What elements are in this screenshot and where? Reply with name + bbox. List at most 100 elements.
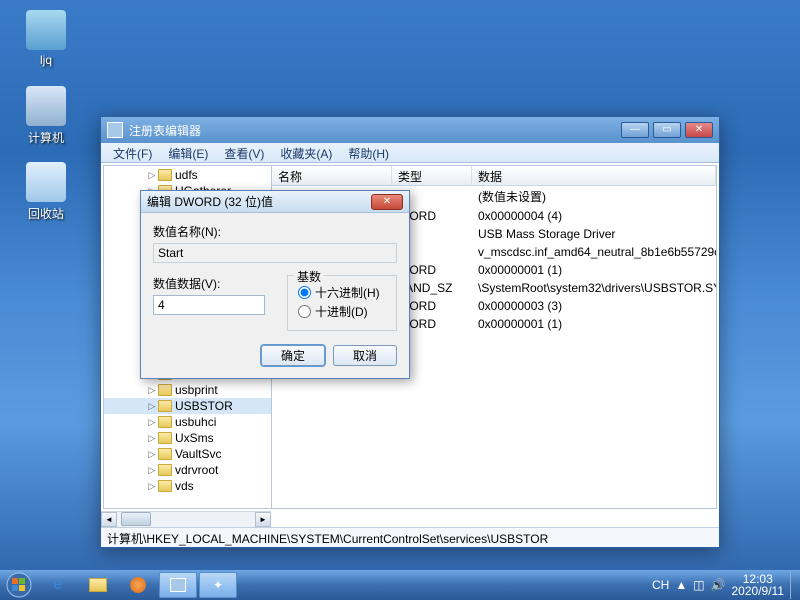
taskbar-wmp[interactable] bbox=[119, 572, 157, 598]
radix-dec-radio[interactable] bbox=[298, 305, 311, 318]
scroll-right-button[interactable]: ► bbox=[255, 512, 271, 527]
statusbar: 计算机\HKEY_LOCAL_MACHINE\SYSTEM\CurrentCon… bbox=[101, 527, 719, 547]
tree-node[interactable]: ▷ vds bbox=[104, 478, 271, 494]
list-header[interactable]: 名称 类型 数据 bbox=[272, 166, 716, 186]
folder-icon bbox=[158, 480, 172, 492]
menu-edit[interactable]: 编辑(E) bbox=[160, 143, 216, 162]
show-desktop-button[interactable] bbox=[790, 571, 796, 599]
cell-data: USB Mass Storage Driver bbox=[472, 226, 716, 242]
tree-node[interactable]: ▷ usbprint bbox=[104, 382, 271, 398]
tree-node[interactable]: ▷ VaultSvc bbox=[104, 446, 271, 462]
menubar: 文件(F) 编辑(E) 查看(V) 收藏夹(A) 帮助(H) bbox=[101, 143, 719, 163]
taskbar-explorer[interactable] bbox=[79, 572, 117, 598]
app-icon bbox=[107, 122, 123, 138]
cancel-button[interactable]: 取消 bbox=[333, 345, 397, 366]
tree-twist-icon[interactable]: ▷ bbox=[146, 449, 158, 460]
col-name[interactable]: 名称 bbox=[272, 166, 392, 185]
tray-network-icon[interactable]: ◫ bbox=[693, 578, 704, 592]
radix-legend: 基数 bbox=[294, 268, 324, 285]
taskbar: e ✦ CH ▲ ◫ 🔊 12:03 2020/9/11 bbox=[0, 570, 800, 600]
taskbar-app2[interactable]: ✦ bbox=[199, 572, 237, 598]
radix-hex-radio[interactable] bbox=[298, 286, 311, 299]
menu-view[interactable]: 查看(V) bbox=[216, 143, 272, 162]
wmp-icon bbox=[130, 577, 146, 593]
tree-node[interactable]: ▷ udfs bbox=[104, 167, 271, 183]
tree-node[interactable]: ▷ UxSms bbox=[104, 430, 271, 446]
desktop-icon-label: 计算机 bbox=[16, 129, 76, 146]
tree-node-label: USBSTOR bbox=[175, 399, 233, 413]
scroll-thumb[interactable] bbox=[121, 512, 151, 526]
tree-node[interactable]: ▷ vdrvroot bbox=[104, 462, 271, 478]
tray-volume-icon[interactable]: 🔊 bbox=[711, 578, 726, 592]
desktop-icon-label: ljq bbox=[16, 53, 76, 67]
folder-icon bbox=[158, 432, 172, 444]
cell-data: 0x00000001 (1) bbox=[472, 316, 716, 332]
desktop-icon-user[interactable]: ljq bbox=[16, 10, 76, 67]
start-button[interactable] bbox=[0, 570, 38, 600]
tree-twist-icon[interactable]: ▷ bbox=[146, 170, 158, 181]
edit-dword-dialog: 编辑 DWORD (32 位)值 ✕ 数值名称(N): 数值数据(V): 基数 … bbox=[140, 190, 410, 379]
cell-data: 0x00000003 (3) bbox=[472, 298, 716, 314]
cell-data: \SystemRoot\system32\drivers\USBSTOR.SYS bbox=[472, 280, 716, 296]
cell-data: 0x00000001 (1) bbox=[472, 262, 716, 278]
tree-node-label: udfs bbox=[175, 168, 198, 182]
menu-help[interactable]: 帮助(H) bbox=[340, 143, 397, 162]
radix-group: 基数 十六进制(H) 十进制(D) bbox=[287, 275, 397, 331]
window-title: 注册表编辑器 bbox=[129, 122, 201, 139]
maximize-button[interactable]: ▭ bbox=[653, 122, 681, 138]
tree-node[interactable]: ▷ USBSTOR bbox=[104, 398, 271, 414]
tree-node[interactable]: ▷ usbuhci bbox=[104, 414, 271, 430]
tree-node-label: vds bbox=[175, 479, 194, 493]
clock-date: 2020/9/11 bbox=[732, 585, 785, 597]
tree-twist-icon[interactable]: ▷ bbox=[146, 417, 158, 428]
scroll-left-button[interactable]: ◄ bbox=[101, 512, 117, 527]
tree-hscroll[interactable]: ◄ ► bbox=[101, 511, 271, 527]
cell-data: v_mscdsc.inf_amd64_neutral_8b1e6b55729c3… bbox=[472, 244, 716, 260]
radix-dec-label: 十进制(D) bbox=[315, 303, 368, 320]
menu-fav[interactable]: 收藏夹(A) bbox=[272, 143, 340, 162]
ie-icon: e bbox=[54, 576, 63, 594]
col-type[interactable]: 类型 bbox=[392, 166, 472, 185]
folder-icon bbox=[158, 464, 172, 476]
regedit-icon bbox=[170, 578, 186, 592]
tree-node-label: usbprint bbox=[175, 383, 218, 397]
tray-flag-icon[interactable]: ▲ bbox=[675, 578, 687, 592]
minimize-button[interactable]: — bbox=[621, 122, 649, 138]
titlebar[interactable]: 注册表编辑器 — ▭ ✕ bbox=[101, 117, 719, 143]
folder-icon bbox=[158, 416, 172, 428]
folder-icon bbox=[158, 384, 172, 396]
value-name-label: 数值名称(N): bbox=[153, 223, 397, 240]
status-path: 计算机\HKEY_LOCAL_MACHINE\SYSTEM\CurrentCon… bbox=[107, 532, 548, 546]
desktop-icon-computer[interactable]: 计算机 bbox=[16, 86, 76, 146]
desktop-icon-recycle-bin[interactable]: 回收站 bbox=[16, 162, 76, 222]
tree-node-label: vdrvroot bbox=[175, 463, 218, 477]
taskbar-regedit[interactable] bbox=[159, 572, 197, 598]
folder-icon bbox=[158, 448, 172, 460]
tree-twist-icon[interactable]: ▷ bbox=[146, 481, 158, 492]
tree-twist-icon[interactable]: ▷ bbox=[146, 401, 158, 412]
dialog-titlebar[interactable]: 编辑 DWORD (32 位)值 ✕ bbox=[141, 191, 409, 213]
menu-file[interactable]: 文件(F) bbox=[105, 143, 160, 162]
dialog-close-button[interactable]: ✕ bbox=[371, 194, 403, 210]
tray-lang[interactable]: CH bbox=[652, 578, 669, 592]
tree-node-label: UxSms bbox=[175, 431, 214, 445]
tree-node-label: usbuhci bbox=[175, 415, 216, 429]
ok-button[interactable]: 确定 bbox=[261, 345, 325, 366]
radix-hex-label: 十六进制(H) bbox=[315, 284, 380, 301]
tray-clock[interactable]: 12:03 2020/9/11 bbox=[732, 573, 785, 597]
tree-twist-icon[interactable]: ▷ bbox=[146, 385, 158, 396]
cell-data: (数值未设置) bbox=[472, 187, 716, 206]
app2-icon: ✦ bbox=[213, 578, 223, 592]
folder-icon bbox=[158, 400, 172, 412]
value-name-field bbox=[153, 243, 397, 263]
tree-twist-icon[interactable]: ▷ bbox=[146, 465, 158, 476]
tree-node-label: VaultSvc bbox=[175, 447, 221, 461]
col-data[interactable]: 数据 bbox=[472, 166, 716, 185]
close-button[interactable]: ✕ bbox=[685, 122, 713, 138]
taskbar-ie[interactable]: e bbox=[39, 572, 77, 598]
value-data-field[interactable] bbox=[153, 295, 265, 315]
dialog-title: 编辑 DWORD (32 位)值 bbox=[147, 193, 273, 210]
cell-data: 0x00000004 (4) bbox=[472, 208, 716, 224]
scroll-track[interactable] bbox=[117, 512, 255, 527]
tree-twist-icon[interactable]: ▷ bbox=[146, 433, 158, 444]
